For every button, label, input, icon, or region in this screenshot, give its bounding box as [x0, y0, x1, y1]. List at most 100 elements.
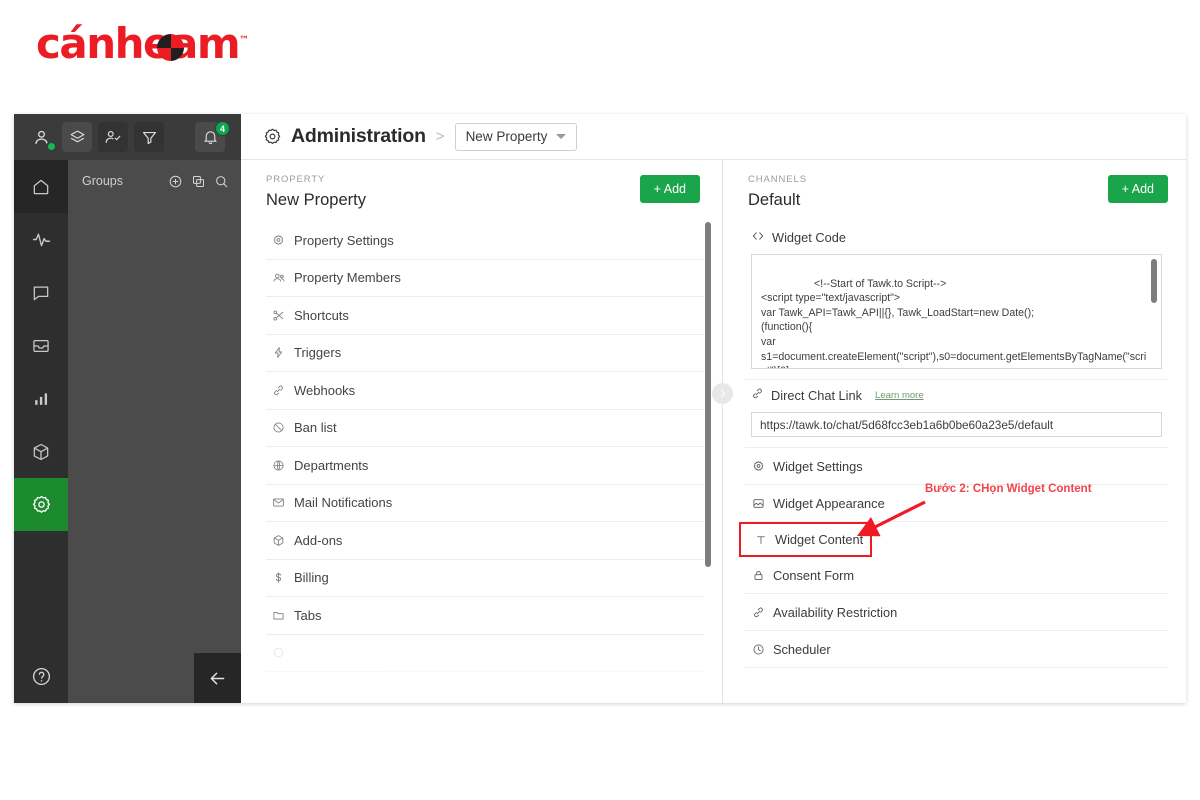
channel-item-consent-form[interactable]: Consent Form [745, 557, 1168, 594]
brand-pie-mark [157, 34, 184, 61]
lock-icon [751, 569, 766, 582]
annotation-arrow [853, 498, 931, 549]
property-item-webhooks[interactable]: Webhooks [266, 372, 704, 410]
link-icon [271, 384, 286, 397]
widget-code-block: Widget Code <!--Start of Tawk.to Script-… [745, 222, 1168, 380]
rail-item-addons[interactable] [14, 425, 68, 478]
channel-item-label: Scheduler [773, 642, 831, 657]
channel-item-label: Availability Restriction [773, 605, 897, 620]
channel-name: Default [748, 191, 1164, 210]
channels-pane-header: CHANNELS Default + Add [723, 160, 1186, 210]
rail-item-chats[interactable] [14, 266, 68, 319]
property-eyebrow: PROPERTY [266, 174, 700, 185]
groups-pane: Groups [68, 160, 241, 703]
copy-icon[interactable] [191, 174, 206, 189]
package-icon [271, 534, 286, 547]
property-item-shortcuts[interactable]: Shortcuts [266, 297, 704, 335]
layers-icon[interactable] [62, 122, 92, 152]
channel-item-availability-restriction[interactable]: Availability Restriction [745, 594, 1168, 631]
property-item-label: Mail Notifications [294, 495, 392, 510]
image-icon [751, 497, 766, 510]
widget-code-scrollbar[interactable] [1151, 259, 1157, 303]
property-item-label: Property Settings [294, 233, 394, 248]
brand-name: cánheam™ [36, 23, 249, 65]
direct-chat-link-label: Direct Chat Link [771, 388, 862, 403]
property-item-label: Webhooks [294, 383, 355, 398]
rail-item-home[interactable] [14, 160, 68, 213]
gear-icon [751, 460, 766, 473]
filter-icon[interactable] [134, 122, 164, 152]
rail-item-help[interactable] [14, 650, 68, 703]
brand-logo: cánheam™ [36, 20, 249, 68]
top-toolbar: 4 [14, 114, 241, 160]
gear-icon [271, 234, 286, 247]
nav-rail [14, 160, 68, 703]
channel-item-widget-settings[interactable]: Widget Settings [745, 448, 1168, 485]
rail-item-inbox[interactable] [14, 319, 68, 372]
right-column: Administration > New Property PROPERTY N… [241, 114, 1186, 703]
channel-add-button[interactable]: + Add [1108, 175, 1168, 203]
property-pane: PROPERTY New Property + Add Property Set… [241, 160, 722, 703]
groups-list [68, 202, 241, 653]
property-item-label: Billing [294, 570, 329, 585]
property-item-label: Property Members [294, 270, 401, 285]
panes-container: PROPERTY New Property + Add Property Set… [241, 160, 1186, 703]
property-item-property-settings[interactable]: Property Settings [266, 222, 704, 260]
online-status-dot [46, 141, 57, 152]
bolt-icon [271, 346, 286, 359]
channel-item-widget-appearance[interactable]: Widget Appearance Bước 2: CHọn Widget Co… [745, 485, 1168, 522]
folder-icon [271, 609, 286, 622]
widget-code-label: Widget Code [772, 230, 846, 245]
direct-chat-link-label-row: Direct Chat Link Learn more [745, 380, 1168, 410]
profile-icon[interactable] [26, 122, 56, 152]
property-item-ban-list[interactable]: Ban list [266, 410, 704, 448]
groups-title: Groups [82, 174, 160, 188]
property-item-departments[interactable]: Departments [266, 447, 704, 485]
back-arrow-icon[interactable] [194, 653, 241, 703]
search-icon[interactable] [214, 174, 229, 189]
property-select[interactable]: New Property [455, 123, 578, 151]
breadcrumb-separator: > [436, 128, 445, 145]
property-add-button[interactable]: + Add [640, 175, 700, 203]
property-item-label: Add-ons [294, 533, 342, 548]
property-item-billing[interactable]: Billing [266, 560, 704, 598]
widget-code-value: <!--Start of Tawk.to Script--> <script t… [761, 278, 1146, 369]
channels-eyebrow: CHANNELS [748, 174, 1164, 185]
property-item-add-ons[interactable]: Add-ons [266, 522, 704, 560]
widget-code-textarea[interactable]: <!--Start of Tawk.to Script--> <script t… [751, 254, 1162, 369]
property-item-property-members[interactable]: Property Members [266, 260, 704, 298]
property-item-clipped[interactable] [266, 635, 704, 673]
person-check-icon[interactable] [98, 122, 128, 152]
rail-item-administration[interactable] [14, 478, 68, 531]
property-item-label: Tabs [294, 608, 321, 623]
rail-item-monitoring[interactable] [14, 213, 68, 266]
bell-icon[interactable]: 4 [195, 122, 225, 152]
notification-badge: 4 [215, 121, 230, 136]
rail-item-reporting[interactable] [14, 372, 68, 425]
add-circle-icon[interactable] [168, 174, 183, 189]
channel-item-label: Widget Settings [773, 459, 863, 474]
trademark-symbol: ™ [239, 35, 249, 46]
property-item-label: Shortcuts [294, 308, 349, 323]
left-column: 4 [14, 114, 241, 703]
clipped-icon [271, 646, 286, 659]
link-icon [751, 606, 766, 619]
learn-more-link[interactable]: Learn more [875, 390, 924, 401]
link-icon [751, 387, 764, 403]
property-item-triggers[interactable]: Triggers [266, 335, 704, 373]
channel-item-scheduler[interactable]: Scheduler [745, 631, 1168, 668]
globe-icon [271, 459, 286, 472]
dollar-icon [271, 571, 286, 584]
channel-item-label: Widget Content [775, 532, 863, 547]
direct-chat-link-input[interactable]: https://tawk.to/chat/5d68fcc3eb1a6b0be60… [751, 412, 1162, 437]
scissors-icon [271, 309, 286, 322]
code-icon [751, 229, 765, 246]
chevron-down-icon [556, 134, 566, 139]
channels-list: Widget Code <!--Start of Tawk.to Script-… [745, 222, 1168, 668]
property-item-tabs[interactable]: Tabs [266, 597, 704, 635]
gear-icon [263, 127, 282, 146]
page-title: Administration [291, 125, 426, 148]
property-item-mail-notifications[interactable]: Mail Notifications [266, 485, 704, 523]
property-list-scrollbar[interactable] [705, 222, 711, 567]
page-header: Administration > New Property [241, 114, 1186, 160]
